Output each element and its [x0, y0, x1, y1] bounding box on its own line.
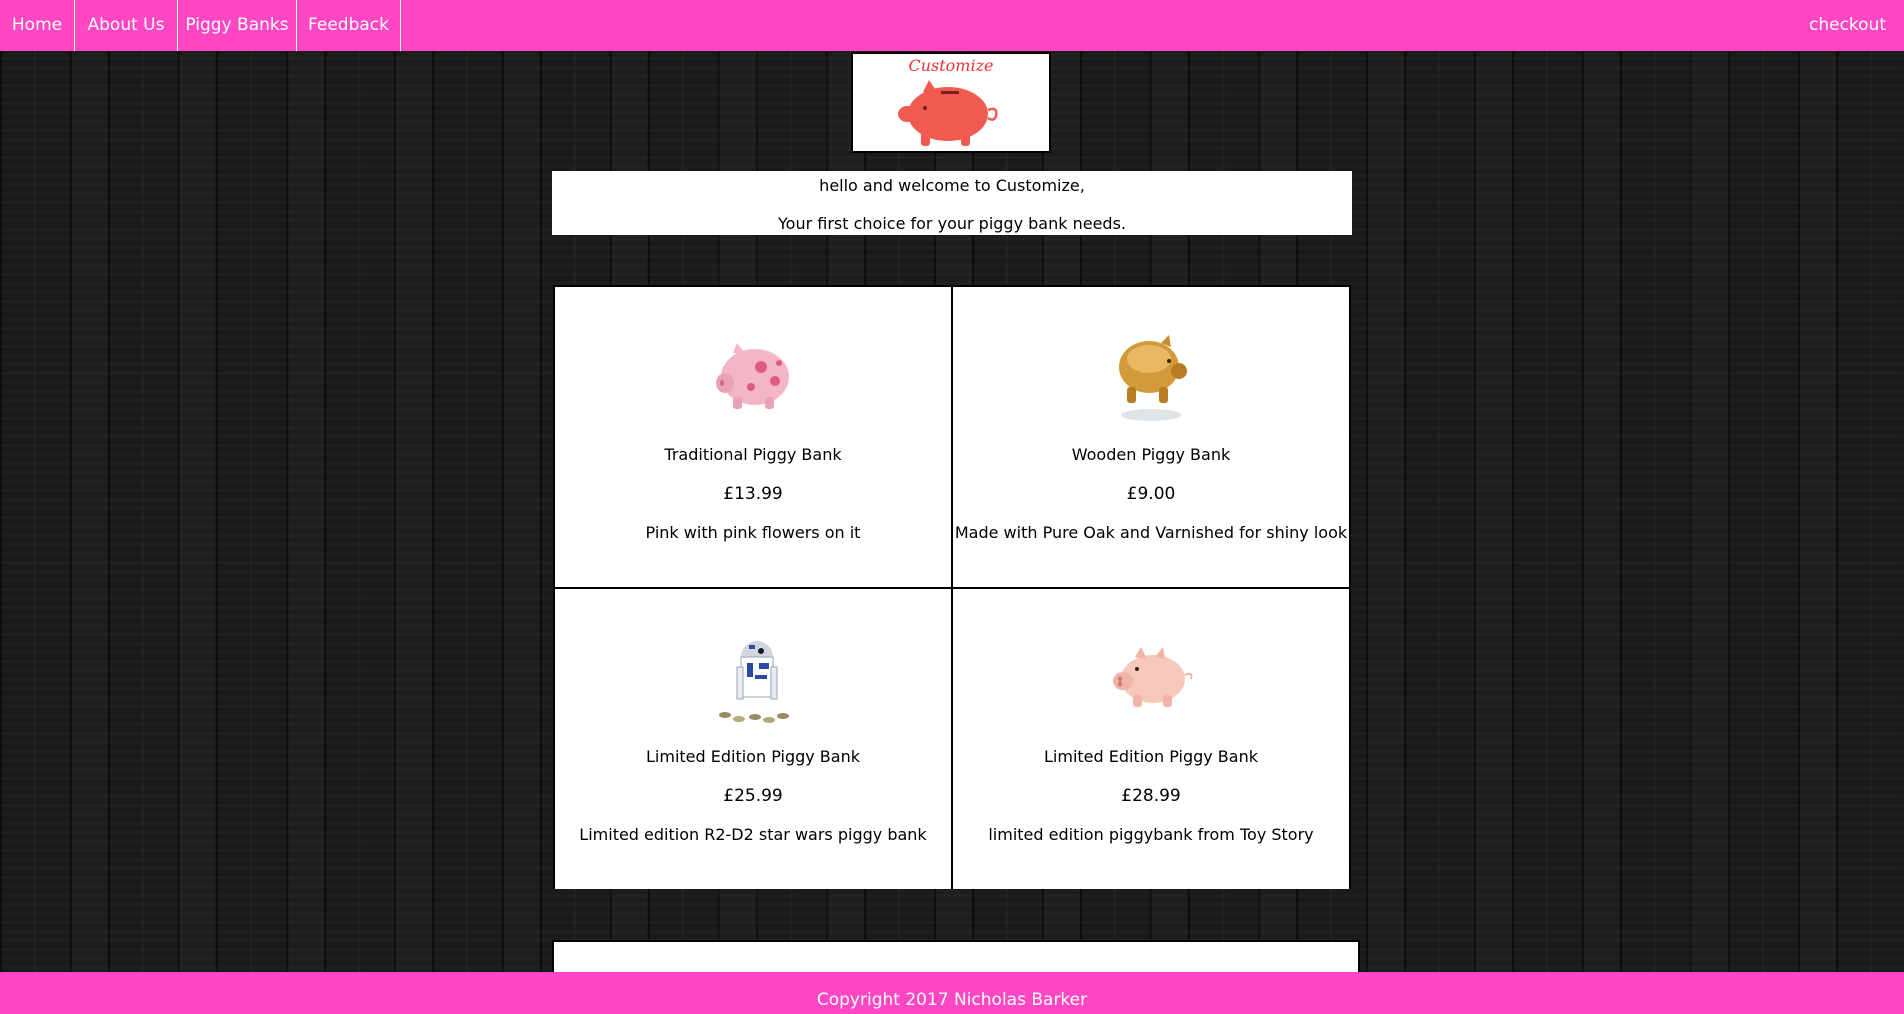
nav-piggy-banks-link[interactable]: Piggy Banks: [178, 0, 297, 51]
product-card[interactable]: Traditional Piggy Bank £13.99 Pink with …: [555, 287, 951, 587]
product-card[interactable]: Wooden Piggy Bank £9.00 Made with Pure O…: [953, 287, 1349, 587]
product-name: Wooden Piggy Bank: [1071, 445, 1231, 464]
product-description: limited edition piggybank from Toy Story: [988, 825, 1314, 844]
product-price: £9.00: [1126, 484, 1176, 504]
nav-home-link[interactable]: Home: [0, 0, 75, 51]
welcome-banner: hello and welcome to Customize, Your fir…: [552, 171, 1352, 235]
pink-flower-piggy-bank-icon: [716, 343, 789, 409]
piggy-bank-logo-icon: [898, 80, 998, 146]
nav-feedback-link[interactable]: Feedback: [297, 0, 401, 51]
footer-copyright: Copyright 2017 Nicholas Barker: [816, 990, 1088, 1010]
nav-checkout-link[interactable]: checkout: [1809, 0, 1886, 51]
product-name: Limited Edition Piggy Bank: [1044, 747, 1258, 766]
wooden-piggy-bank-icon: [1119, 335, 1187, 421]
product-description: Pink with pink flowers on it: [645, 523, 861, 542]
product-price: £28.99: [1121, 786, 1181, 806]
product-card[interactable]: Limited Edition Piggy Bank £25.99 Limite…: [555, 589, 951, 889]
product-grid: Traditional Piggy Bank £13.99 Pink with …: [553, 285, 1351, 889]
product-description: Made with Pure Oak and Varnished for shi…: [954, 523, 1348, 542]
top-navbar: Home About Us Piggy Banks Feedback check…: [0, 0, 1904, 51]
product-price: £25.99: [723, 786, 783, 806]
site-logo: Customize: [851, 52, 1051, 153]
product-name: Limited Edition Piggy Bank: [646, 747, 860, 766]
welcome-tagline: Your first choice for your piggy bank ne…: [778, 214, 1126, 233]
r2d2-piggy-bank-icon: [719, 641, 789, 723]
nav-about-link[interactable]: About Us: [75, 0, 178, 51]
product-price: £13.99: [723, 484, 783, 504]
welcome-greeting: hello and welcome to Customize,: [819, 176, 1085, 195]
logo-text: Customize: [908, 56, 994, 75]
toy-story-hamm-piggy-bank-icon: [1113, 647, 1193, 707]
product-card[interactable]: Limited Edition Piggy Bank £28.99 limite…: [953, 589, 1349, 889]
footer: Copyright 2017 Nicholas Barker: [0, 972, 1904, 1014]
product-description: Limited edition R2-D2 star wars piggy ba…: [579, 825, 927, 844]
product-name: Traditional Piggy Bank: [664, 445, 842, 464]
